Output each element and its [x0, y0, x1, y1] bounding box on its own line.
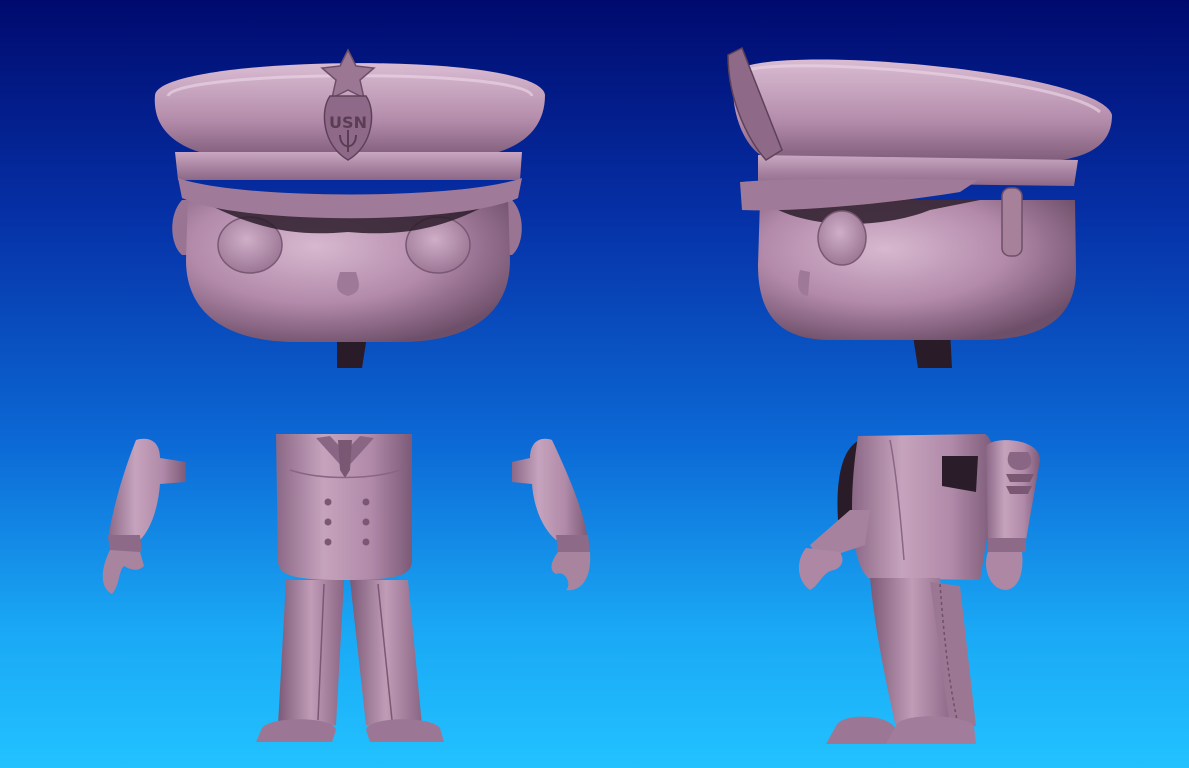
side-head [727, 46, 1112, 368]
front-body [102, 434, 591, 742]
badge-text: USN [329, 113, 367, 132]
render-viewport: USN [0, 0, 1189, 768]
model-render: USN [102, 46, 1112, 744]
side-body [798, 434, 1040, 744]
front-head: USN [154, 48, 545, 368]
